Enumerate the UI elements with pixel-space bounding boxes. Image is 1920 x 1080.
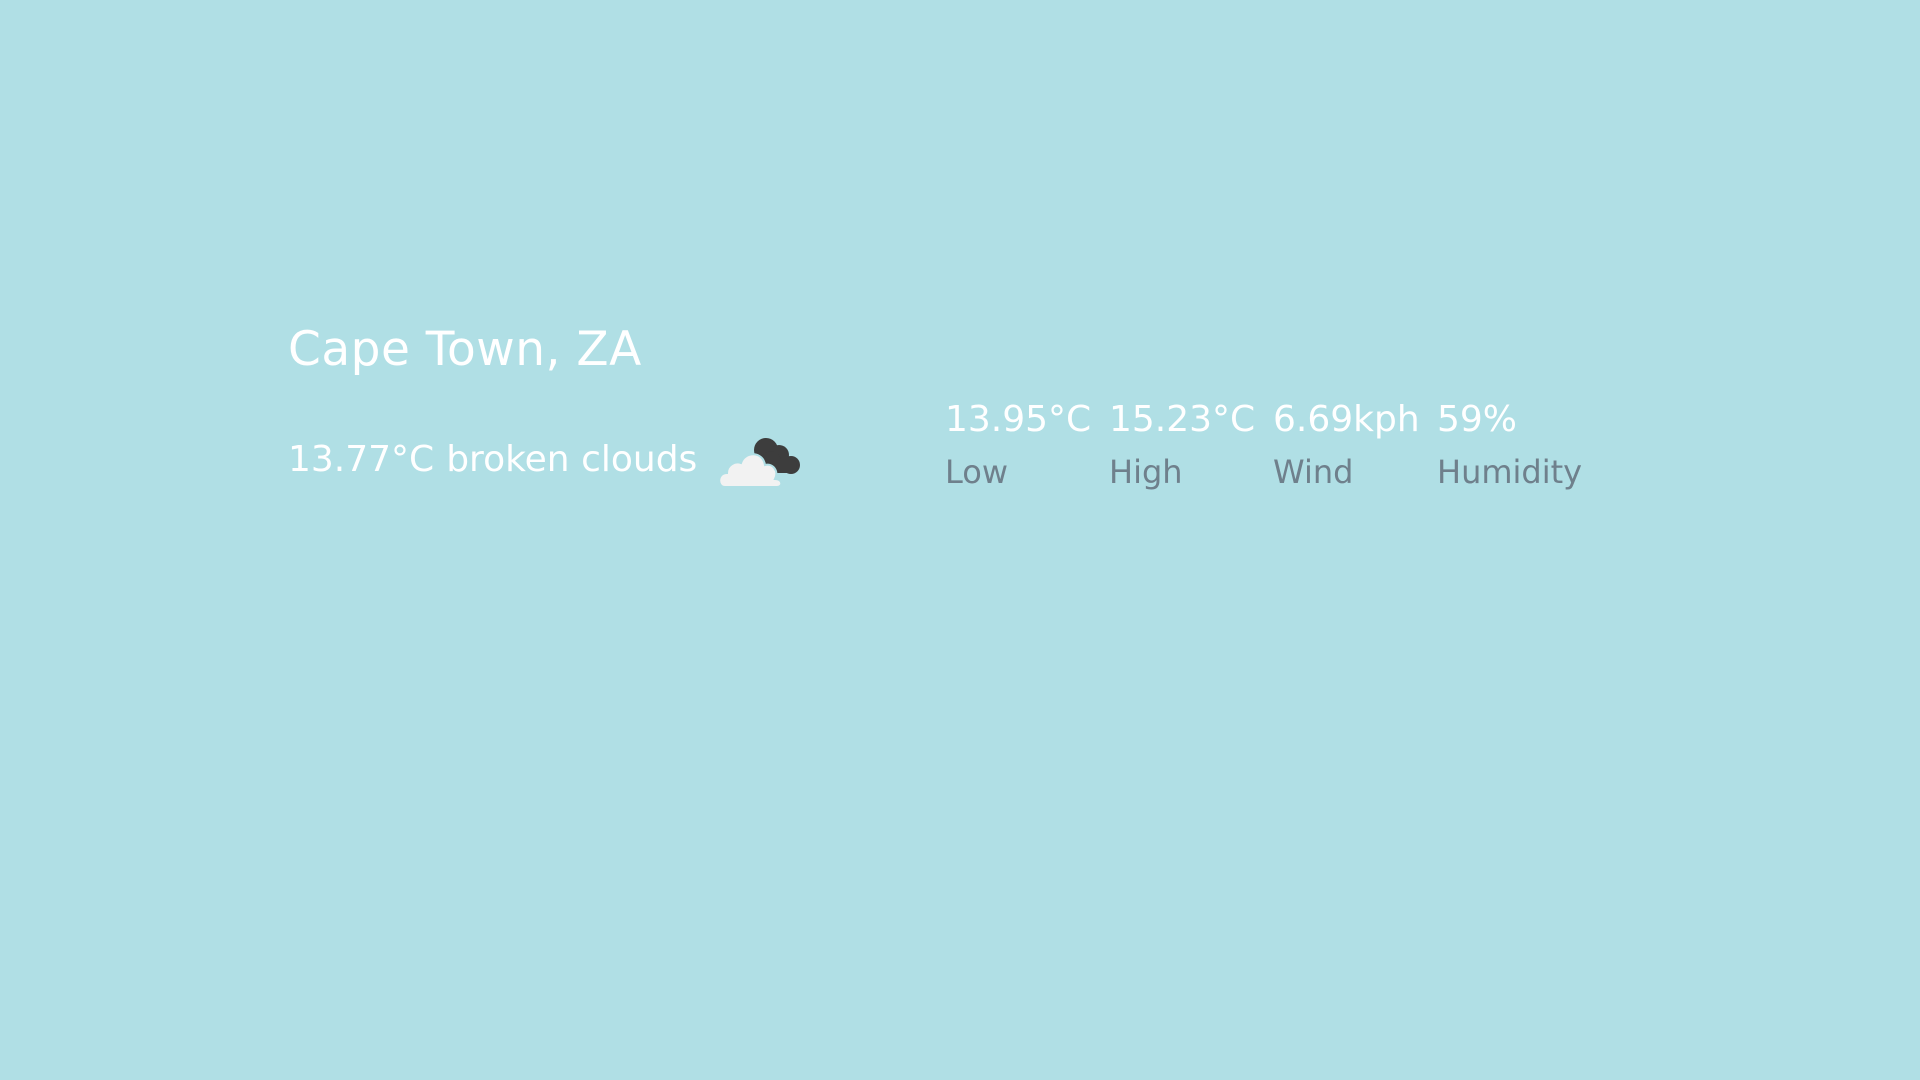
weather-stats: 13.95°C Low 15.23°C High 6.69kph Wind 59… (945, 396, 1601, 494)
weather-description: broken clouds (446, 438, 698, 480)
stat-value: 6.69kph (1273, 399, 1420, 440)
broken-clouds-icon (715, 429, 807, 493)
location-title: Cape Town, ZA (288, 322, 642, 377)
stat-wind: 6.69kph Wind (1273, 396, 1437, 494)
stat-value: 59% (1437, 399, 1518, 440)
stat-value: 15.23°C (1109, 399, 1256, 440)
stat-label: High (1109, 453, 1183, 491)
current-conditions: 13.77°C broken clouds (288, 425, 807, 493)
stat-label: Wind (1273, 453, 1354, 491)
stat-high: 15.23°C High (1109, 396, 1273, 494)
stat-humidity: 59% Humidity (1437, 396, 1601, 494)
stat-low: 13.95°C Low (945, 396, 1109, 494)
stat-label: Humidity (1437, 453, 1583, 491)
weather-page: Cape Town, ZA 13.77°C broken clouds 13.9… (0, 0, 1920, 1080)
stat-label: Low (945, 453, 1009, 491)
current-temperature: 13.77°C (288, 438, 435, 480)
stat-value: 13.95°C (945, 399, 1092, 440)
